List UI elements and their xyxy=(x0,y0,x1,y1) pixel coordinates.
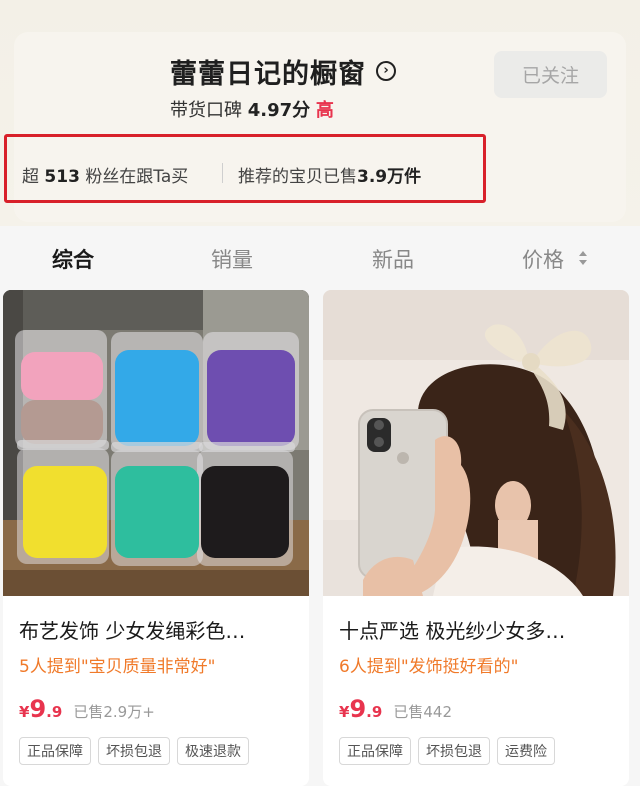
rating-row: 带货口碑 4.97分 高 xyxy=(170,96,334,122)
rating-label: 带货口碑 xyxy=(170,100,242,121)
product-review: 5人提到"宝贝质量非常好" xyxy=(19,657,216,677)
sold-stat: 推荐的宝贝已售3.9万件 xyxy=(238,162,421,187)
service-tags: 正品保障 坏损包退 极速退款 xyxy=(19,737,249,765)
price-row: ¥9.9 已售442 xyxy=(339,695,452,723)
fans-stat: 超 513 粉丝在跟Ta买 xyxy=(22,162,188,187)
price-symbol: ¥ xyxy=(339,703,350,721)
sold-count: 已售442 xyxy=(393,703,453,721)
tag-damage-return: 坏损包退 xyxy=(98,737,170,765)
price-integer: 9 xyxy=(29,695,47,723)
chevron-right-icon[interactable]: › xyxy=(376,61,396,81)
stats-divider xyxy=(222,163,223,183)
tab-comprehensive[interactable]: 综合 xyxy=(52,244,94,274)
price-decimal: .9 xyxy=(366,703,383,721)
tag-authentic: 正品保障 xyxy=(19,737,91,765)
sort-icon[interactable] xyxy=(578,248,588,268)
service-tags: 正品保障 坏损包退 运费险 xyxy=(339,737,555,765)
product-card[interactable]: 十点严选 极光纱少女多… 6人提到"发饰挺好看的" ¥9.9 已售442 正品保… xyxy=(323,290,629,786)
tab-price[interactable]: 价格 xyxy=(522,244,564,274)
price-integer: 9 xyxy=(349,695,367,723)
fans-suffix: 粉丝在跟Ta买 xyxy=(85,167,189,187)
sold-value: 3.9万件 xyxy=(357,167,422,187)
product-review: 6人提到"发饰挺好看的" xyxy=(339,657,519,677)
tab-new[interactable]: 新品 xyxy=(372,244,414,274)
follow-button[interactable]: 已关注 xyxy=(494,51,607,98)
rating-score: 4.97分 xyxy=(247,100,311,121)
shop-title[interactable]: 蕾蕾日记的橱窗 xyxy=(170,52,366,91)
tag-fast-refund: 极速退款 xyxy=(177,737,249,765)
fans-count: 513 xyxy=(44,167,80,187)
fans-prefix: 超 xyxy=(22,167,39,187)
tag-shipping-insurance: 运费险 xyxy=(497,737,555,765)
sold-count: 已售2.9万+ xyxy=(73,703,155,721)
product-title[interactable]: 十点严选 极光纱少女多… xyxy=(339,615,565,644)
price-symbol: ¥ xyxy=(19,703,30,721)
price-row: ¥9.9 已售2.9万+ xyxy=(19,695,155,723)
sold-prefix: 推荐的宝贝已售 xyxy=(238,167,357,187)
tab-sales[interactable]: 销量 xyxy=(211,244,253,274)
price-decimal: .9 xyxy=(46,703,63,721)
hair-ties-jars-image[interactable] xyxy=(3,290,309,596)
girl-with-bow-image[interactable] xyxy=(323,290,629,596)
product-card[interactable]: 布艺发饰 少女发绳彩色… 5人提到"宝贝质量非常好" ¥9.9 已售2.9万+ … xyxy=(3,290,309,786)
rating-grade: 高 xyxy=(315,100,334,121)
tag-damage-return: 坏损包退 xyxy=(418,737,490,765)
product-title[interactable]: 布艺发饰 少女发绳彩色… xyxy=(19,615,245,644)
tag-authentic: 正品保障 xyxy=(339,737,411,765)
